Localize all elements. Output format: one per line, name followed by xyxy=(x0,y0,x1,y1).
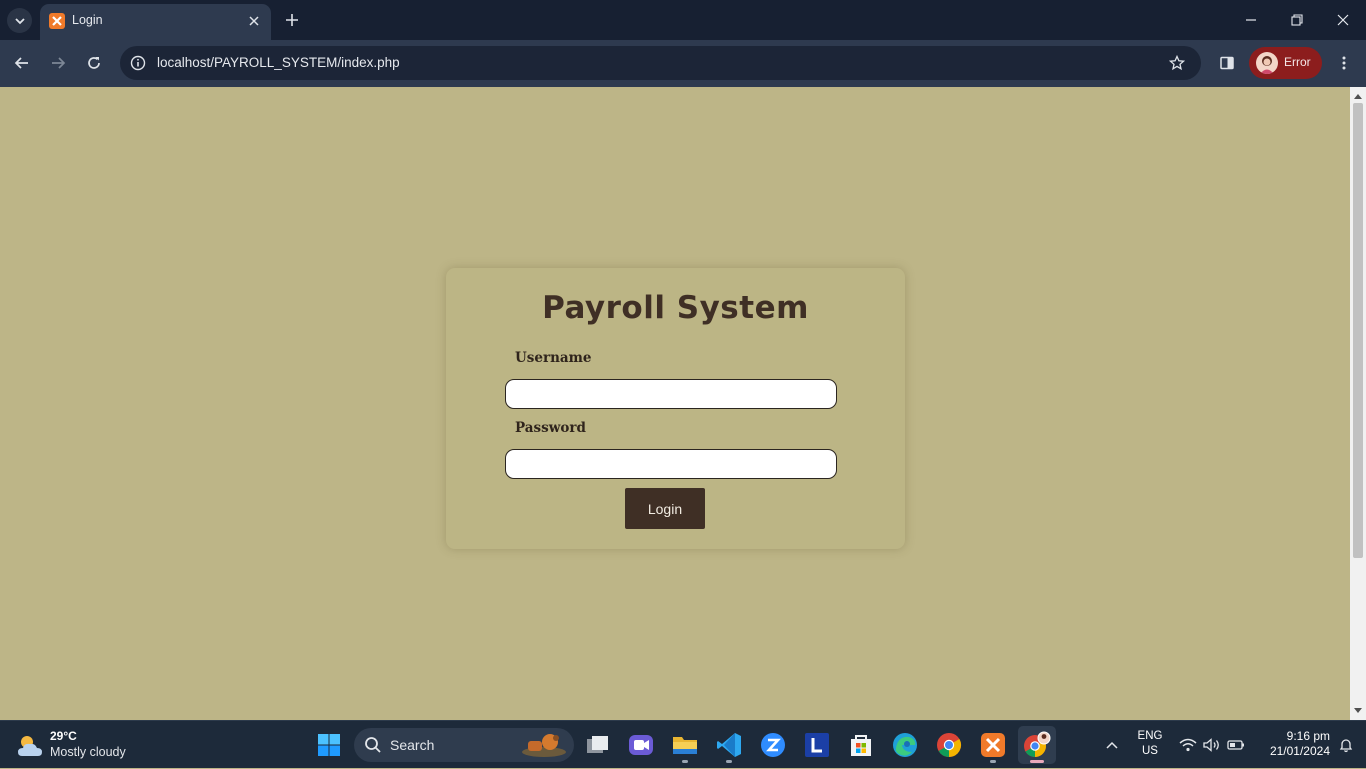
vscode-icon xyxy=(717,733,741,757)
login-card: Payroll System Username Password Login xyxy=(446,268,905,549)
reload-button[interactable] xyxy=(81,50,107,76)
site-info-icon[interactable] xyxy=(129,54,147,72)
vertical-scrollbar[interactable] xyxy=(1350,87,1366,720)
scroll-up-arrow-icon[interactable] xyxy=(1350,89,1366,103)
new-tab-button[interactable] xyxy=(282,10,302,30)
file-explorer-icon xyxy=(673,737,697,754)
running-indicator xyxy=(682,760,688,763)
arrow-right-icon xyxy=(52,57,66,69)
taskbar-app-store[interactable] xyxy=(842,726,880,764)
taskbar-app-chrome-profile[interactable] xyxy=(1018,726,1056,764)
taskbar-app-files[interactable] xyxy=(579,726,617,764)
profile-button[interactable]: Error xyxy=(1249,47,1322,79)
username-input[interactable] xyxy=(505,379,837,409)
start-button[interactable] xyxy=(310,726,348,764)
chevron-down-icon xyxy=(14,17,25,24)
profile-label: Error xyxy=(1284,55,1311,69)
weather-widget[interactable]: 29°C Mostly cloudy xyxy=(14,727,154,763)
login-button[interactable]: Login xyxy=(625,488,705,529)
search-icon xyxy=(365,737,381,753)
restore-button[interactable] xyxy=(1274,0,1320,40)
side-panel-button[interactable] xyxy=(1214,50,1240,76)
language-code: ENG xyxy=(1137,730,1163,742)
password-input[interactable] xyxy=(505,449,837,479)
plus-icon xyxy=(286,14,298,26)
l-app-icon xyxy=(805,733,829,757)
edge-icon xyxy=(893,733,917,757)
tab-title: Login xyxy=(72,13,103,27)
xampp-icon xyxy=(981,733,1005,757)
chevron-up-icon xyxy=(1106,741,1118,749)
taskbar-app-l[interactable] xyxy=(798,726,836,764)
clock-date: 21/01/2024 xyxy=(1269,744,1330,758)
restore-icon xyxy=(1291,14,1303,26)
weather-temp: 29°C xyxy=(50,729,77,743)
language-region: US xyxy=(1142,745,1158,757)
minimize-icon xyxy=(1246,19,1256,21)
close-icon xyxy=(1337,14,1349,26)
weather-condition: Mostly cloudy xyxy=(50,745,126,759)
microsoft-store-icon xyxy=(851,735,871,756)
back-button[interactable] xyxy=(9,50,35,76)
notifications-button[interactable] xyxy=(1334,721,1358,769)
search-highlight-icon xyxy=(522,734,566,757)
password-label: Password xyxy=(515,420,586,436)
avatar xyxy=(1256,52,1278,74)
taskbar-app-meet[interactable] xyxy=(622,726,660,764)
browser-tab-strip: Login xyxy=(0,0,1366,40)
close-window-button[interactable] xyxy=(1320,0,1366,40)
language-indicator[interactable]: ENG US xyxy=(1134,729,1166,759)
side-panel-icon xyxy=(1220,56,1234,70)
minimize-button[interactable] xyxy=(1228,0,1274,40)
taskbar-app-explorer[interactable] xyxy=(666,726,704,764)
volume-icon[interactable] xyxy=(1202,721,1222,769)
taskbar-app-zoom[interactable] xyxy=(754,726,792,764)
bookmark-star-icon[interactable] xyxy=(1167,53,1187,73)
battery-icon[interactable] xyxy=(1226,721,1246,769)
active-indicator xyxy=(1030,760,1044,763)
taskbar-app-chrome[interactable] xyxy=(930,726,968,764)
reload-icon xyxy=(88,57,100,69)
windows-start-icon xyxy=(318,734,340,756)
chrome-profile-icon xyxy=(1024,731,1051,757)
page-viewport: Payroll System Username Password Login xyxy=(0,87,1350,720)
arrow-left-icon xyxy=(14,57,28,69)
browser-menu-button[interactable] xyxy=(1331,50,1357,76)
page-title: Payroll System xyxy=(542,290,809,326)
taskbar: 29°C Mostly cloudy Search ENG US 9:16 pm… xyxy=(0,720,1366,768)
chrome-icon xyxy=(937,733,962,757)
taskbar-search[interactable]: Search xyxy=(354,728,574,762)
address-bar[interactable]: localhost/PAYROLL_SYSTEM/index.php xyxy=(120,46,1201,80)
taskbar-clock[interactable]: 9:16 pm 21/01/2024 xyxy=(1252,729,1330,759)
address-url: localhost/PAYROLL_SYSTEM/index.php xyxy=(157,55,400,70)
tab-login[interactable]: Login xyxy=(40,4,271,40)
clock-time: 9:16 pm xyxy=(1286,729,1330,743)
wifi-icon[interactable] xyxy=(1178,721,1198,769)
browser-toolbar: localhost/PAYROLL_SYSTEM/index.php Error xyxy=(0,40,1366,87)
forward-button[interactable] xyxy=(45,50,71,76)
meet-icon xyxy=(629,735,653,755)
zoom-icon xyxy=(761,733,785,757)
close-tab-icon[interactable] xyxy=(245,12,263,30)
scroll-down-arrow-icon[interactable] xyxy=(1350,704,1366,718)
taskbar-app-edge[interactable] xyxy=(886,726,924,764)
notification-bell-icon xyxy=(1339,739,1353,753)
show-hidden-icons-button[interactable] xyxy=(1100,721,1124,769)
tab-search-button[interactable] xyxy=(7,8,32,33)
taskbar-app-xampp[interactable] xyxy=(974,726,1012,764)
cloudy-weather-icon xyxy=(18,736,42,756)
xampp-favicon-icon xyxy=(49,13,65,29)
more-vertical-icon xyxy=(1342,56,1346,70)
scrollbar-thumb[interactable] xyxy=(1353,103,1363,558)
search-placeholder: Search xyxy=(390,737,435,753)
running-indicator xyxy=(726,760,732,763)
username-label: Username xyxy=(515,350,592,366)
file-manager-icon xyxy=(587,736,608,753)
taskbar-app-vscode[interactable] xyxy=(710,726,748,764)
running-indicator xyxy=(990,760,996,763)
